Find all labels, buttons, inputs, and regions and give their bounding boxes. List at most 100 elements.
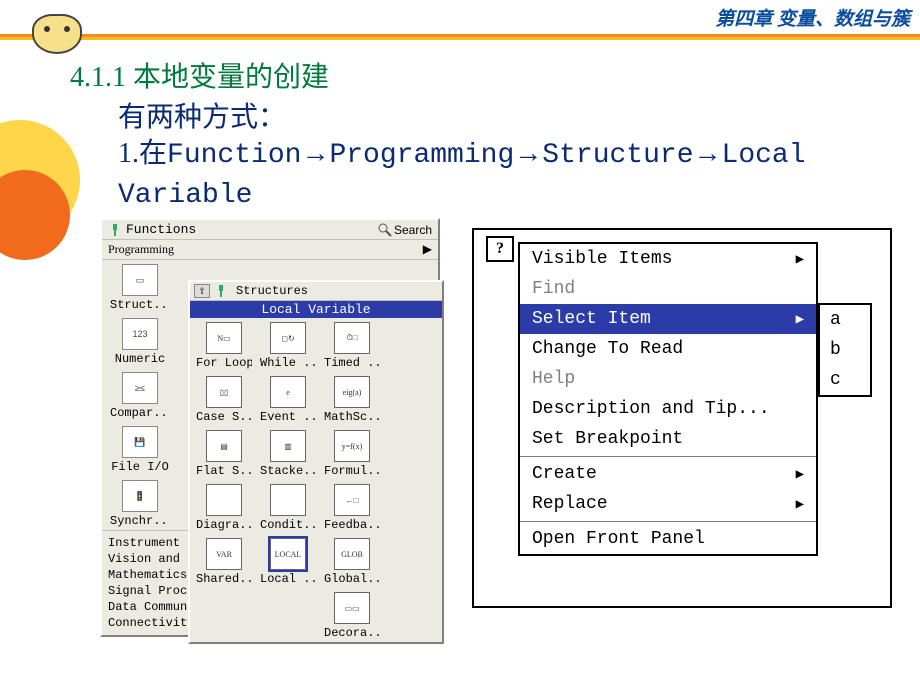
menu-item-label: Replace: [532, 494, 608, 514]
palette-item[interactable]: ≥≤ Compar...: [110, 372, 170, 420]
menu-item-label: Description and Tip...: [532, 399, 770, 419]
structures-item-label: Diagra...: [196, 518, 252, 532]
structures-icon: N▭: [206, 322, 242, 354]
nav-up-button[interactable]: ⇧: [194, 284, 210, 298]
menu-item-label: Find: [532, 279, 575, 299]
palette-icon: 🚦: [122, 480, 158, 512]
structures-palette[interactable]: ⇧ Structures Local Variable N▭For Loop◻↻…: [188, 280, 444, 644]
structures-item[interactable]: LOCALLocal ...: [260, 538, 316, 586]
chevron-right-icon: ▶: [796, 251, 804, 268]
menu-separator: [520, 521, 816, 522]
palette-icon: 123: [122, 318, 158, 350]
palette-item-label: Compar...: [110, 406, 170, 420]
context-submenu[interactable]: abc: [818, 303, 872, 397]
section-number: 4.1.1 本地变量的创建: [70, 62, 329, 93]
chevron-right-icon: ▶: [423, 242, 432, 257]
menu-item[interactable]: Visible Items▶: [520, 244, 816, 274]
structures-icon: e: [270, 376, 306, 408]
subpalette-titlebar: ⇧ Structures: [190, 282, 442, 301]
palette-category-row[interactable]: Programming ▶: [102, 240, 438, 260]
structures-item-label: Local ...: [260, 572, 316, 586]
palette-item-label: Numeric: [110, 352, 170, 366]
submenu-item[interactable]: a: [820, 305, 870, 335]
structures-item[interactable]: [260, 592, 316, 640]
structures-item[interactable]: Diagra...: [196, 484, 252, 532]
structures-icon: [206, 484, 242, 516]
structures-item-label: Formul...: [324, 464, 380, 478]
structures-item-label: Global...: [324, 572, 380, 586]
structures-item-label: Feedba...: [324, 518, 380, 532]
structures-item[interactable]: ←□Feedba...: [324, 484, 380, 532]
menu-item[interactable]: Replace ▶: [520, 489, 816, 519]
context-menu[interactable]: Visible Items▶ Find Select Item▶Change To …: [518, 242, 818, 556]
menu-item: Help: [520, 364, 816, 394]
menu-item[interactable]: Select Item▶: [520, 304, 816, 334]
submenu-item[interactable]: c: [820, 365, 870, 395]
structures-icon: y=f(x): [334, 430, 370, 462]
structures-icon: eig(a): [334, 376, 370, 408]
menu-item[interactable]: Set Breakpoint: [520, 424, 816, 454]
local-variable-node[interactable]: ?: [486, 236, 514, 262]
path-line: 1.在Function→Programming→Structure→Local …: [118, 135, 880, 215]
structures-item[interactable]: ⏱□ Timed ...: [324, 322, 380, 370]
header-rule: [0, 34, 920, 40]
structures-item-label: Timed ...: [324, 356, 380, 370]
structures-item[interactable]: ▯▯Case S...: [196, 376, 252, 424]
search-label[interactable]: Search: [394, 223, 432, 237]
structures-item-label: Case S...: [196, 410, 252, 424]
structures-item[interactable]: ▤ Flat S...: [196, 430, 252, 478]
palette-title: Functions: [126, 222, 378, 237]
structures-icon: VAR: [206, 538, 242, 570]
menu-item-label: Help: [532, 369, 575, 389]
menu-item[interactable]: Change To Read: [520, 334, 816, 364]
palette-item[interactable]: 💾 File I/O: [110, 426, 170, 474]
search-icon[interactable]: [378, 223, 392, 237]
structures-item[interactable]: Condit...: [260, 484, 316, 532]
menu-item[interactable]: Description and Tip...: [520, 394, 816, 424]
structures-item[interactable]: [196, 592, 252, 640]
structures-icon: ⏱□: [334, 322, 370, 354]
submenu-item[interactable]: b: [820, 335, 870, 365]
menu-item[interactable]: Open Front Panel: [520, 524, 816, 554]
structures-item-label: Condit...: [260, 518, 316, 532]
structures-item-label: For Loop: [196, 356, 252, 370]
palette-icon: ≥≤: [122, 372, 158, 404]
palette-item[interactable]: 🚦Synchr...: [110, 480, 170, 528]
structures-item-label: Shared...: [196, 572, 252, 586]
structures-item-label: Flat S...: [196, 464, 252, 478]
structures-item[interactable]: eEvent ...: [260, 376, 316, 424]
structures-item[interactable]: ▭▭Decora...: [324, 592, 380, 640]
structures-item[interactable]: VAR Shared...: [196, 538, 252, 586]
structures-item[interactable]: N▭ For Loop: [196, 322, 252, 370]
pin-icon: [214, 284, 228, 298]
menu-item[interactable]: Create▶: [520, 459, 816, 489]
structures-item[interactable]: GLOB Global...: [324, 538, 380, 586]
structures-item[interactable]: ▥ Stacke...: [260, 430, 316, 478]
palette-item[interactable]: 123 Numeric: [110, 318, 170, 366]
subpalette-title: Structures: [236, 284, 308, 298]
palette-item[interactable]: ▭ Struct...: [110, 264, 170, 312]
structures-item-label: Stacke...: [260, 464, 316, 478]
chevron-right-icon: ▶: [796, 496, 804, 513]
intro-line: 有两种方式：: [118, 95, 880, 135]
structures-item[interactable]: ◻↻While ...: [260, 322, 316, 370]
structures-item[interactable]: eig(a)MathSc...: [324, 376, 380, 424]
structures-item[interactable]: y=f(x) Formul...: [324, 430, 380, 478]
structures-item-label: While ...: [260, 356, 316, 370]
context-menu-screenshot: ? Visible Items▶ Find Select Item▶Change T…: [472, 228, 892, 608]
chevron-right-icon: ▶: [796, 311, 804, 328]
palette-item-label: File I/O: [110, 460, 170, 474]
palette-icon: 💾: [122, 426, 158, 458]
structures-icon: ▤: [206, 430, 242, 462]
structures-icon: ▥: [270, 430, 306, 462]
menu-item-label: Create: [532, 464, 597, 484]
structures-item-label: Decora...: [324, 626, 380, 640]
structures-icon: GLOB: [334, 538, 370, 570]
structures-icon: [270, 484, 306, 516]
menu-item-label: Open Front Panel: [532, 529, 705, 549]
palette-item-label: Struct...: [110, 298, 170, 312]
smiley-icon: [32, 14, 82, 54]
chapter-banner: 第四章 变量、数组与簇: [715, 4, 910, 31]
palette-icon: ▭: [122, 264, 158, 296]
palette-titlebar: Functions Search: [102, 220, 438, 240]
